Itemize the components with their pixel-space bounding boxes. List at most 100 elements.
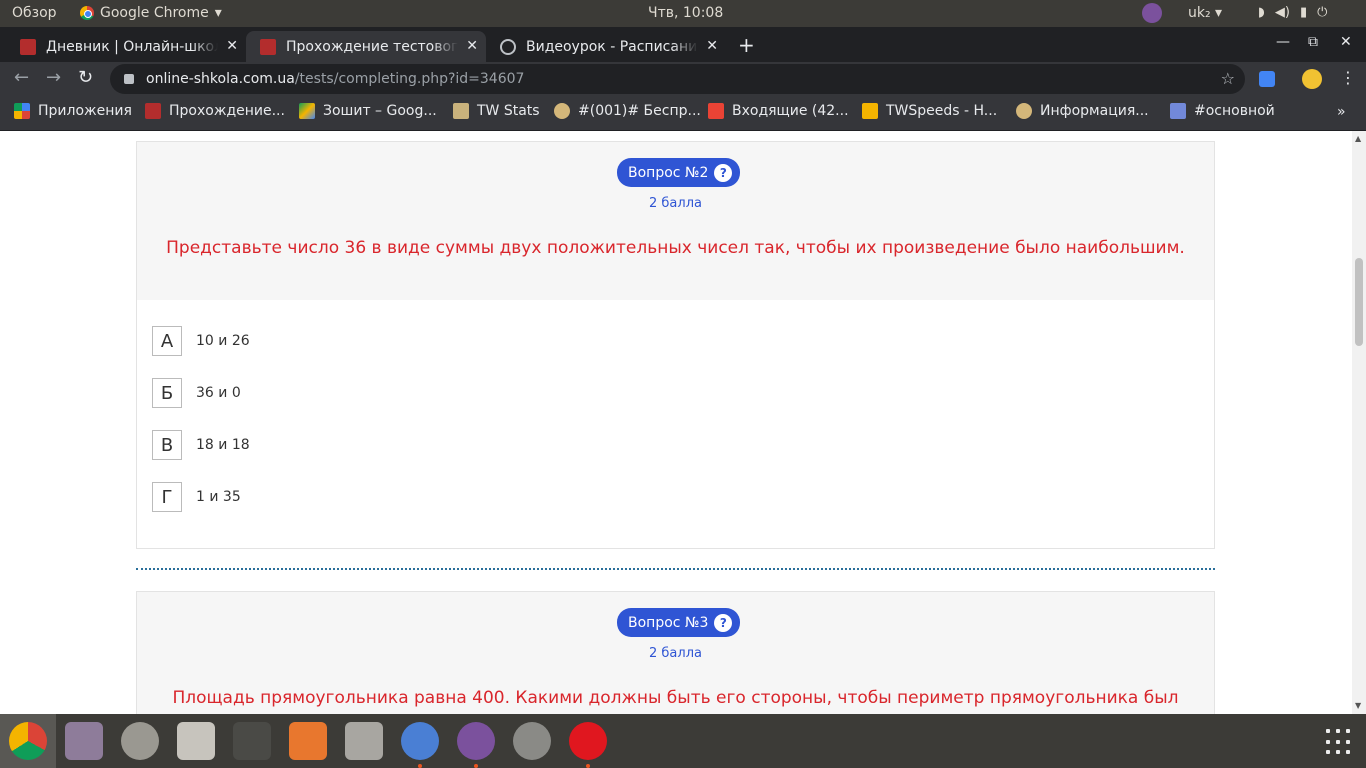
running-indicator: [418, 764, 422, 768]
files-icon[interactable]: [177, 722, 215, 760]
bookmark-apps[interactable]: Приложения: [14, 103, 132, 119]
keyboard-layout[interactable]: uk₂ ▾: [1188, 5, 1222, 21]
calculator-icon[interactable]: [233, 722, 271, 760]
opera-icon[interactable]: [569, 722, 607, 760]
question-points: 2 балла: [649, 196, 702, 211]
bookmark-drive[interactable]: Зошит – Goog...: [299, 103, 437, 119]
address-bar[interactable]: online-shkola.com.ua/tests/completing.ph…: [110, 64, 1245, 94]
viber-tray-icon[interactable]: [1142, 3, 1162, 23]
bookmark-label: Информация...: [1040, 103, 1149, 119]
answer-text: 1 и 35: [196, 489, 241, 505]
app-menu[interactable]: Google Chrome ▾: [80, 5, 222, 21]
running-indicator: [586, 764, 590, 768]
answer-option[interactable]: А 10 и 26: [152, 326, 250, 356]
question-text: Площадь прямоугольника равна 400. Какими…: [172, 688, 1179, 708]
profile-avatar[interactable]: [1302, 69, 1322, 89]
image-viewer-icon[interactable]: [65, 722, 103, 760]
tab-diary[interactable]: Дневник | Онлайн-школа ✕: [6, 31, 246, 62]
tab-title: Прохождение тестового: [286, 38, 458, 55]
kebab-menu-icon[interactable]: ⋮: [1340, 68, 1356, 87]
tab-test[interactable]: Прохождение тестового ✕: [246, 31, 486, 62]
answer-text: 10 и 26: [196, 333, 250, 349]
bookmark-label: Зошит – Goog...: [323, 103, 437, 119]
scrollbar-thumb[interactable]: [1355, 258, 1363, 346]
globe-icon: [500, 38, 516, 55]
clock[interactable]: Чтв, 10:08: [648, 5, 723, 21]
back-icon[interactable]: ←: [14, 67, 29, 88]
new-tab-button[interactable]: +: [738, 33, 755, 57]
scroll-up-icon[interactable]: ▲: [1355, 134, 1361, 143]
bookmark-tw-stats[interactable]: TW Stats: [453, 103, 540, 119]
question-number: Вопрос №3: [628, 614, 709, 631]
viber-icon[interactable]: [457, 722, 495, 760]
chromium-icon[interactable]: [401, 722, 439, 760]
close-tab-icon[interactable]: ✕: [466, 38, 478, 54]
system-top-bar: Обзор Google Chrome ▾ Чтв, 10:08 uk₂ ▾ ◗…: [0, 0, 1366, 27]
bookmark-label: Приложения: [38, 103, 132, 119]
activities-button[interactable]: Обзор: [12, 5, 57, 21]
app-name: Google Chrome: [100, 5, 209, 21]
question-header: Вопрос №3 ? 2 балла Площадь прямоугольни…: [137, 592, 1214, 714]
bookmark-twspeeds[interactable]: TWSpeeds - H...: [862, 103, 997, 119]
translate-extension-icon[interactable]: [1259, 71, 1275, 87]
close-window-icon[interactable]: ✕: [1340, 34, 1352, 50]
url-path: /tests/completing.php?id=34607: [294, 71, 525, 87]
bookmark-label: Прохождение...: [169, 103, 285, 119]
tab-video-lesson[interactable]: Видеоурок - Расписание ✕: [486, 31, 726, 62]
help-icon[interactable]: ?: [714, 613, 733, 632]
bookmark-tw-forum[interactable]: #(001)# Беспр...: [554, 103, 701, 119]
running-indicator: [474, 764, 478, 768]
question-points: 2 балла: [649, 646, 702, 661]
scroll-down-icon[interactable]: ▼: [1355, 701, 1361, 710]
question-text: Представьте число 36 в виде суммы двух п…: [166, 238, 1185, 258]
school-icon: [145, 103, 161, 119]
bookmark-discord[interactable]: #основной: [1170, 103, 1275, 119]
chrome-icon[interactable]: [9, 722, 47, 760]
bookmark-label: Входящие (42...: [732, 103, 849, 119]
question-number-badge: Вопрос №3 ?: [617, 608, 741, 637]
drive-icon: [299, 103, 315, 119]
forward-icon[interactable]: →: [46, 67, 61, 88]
webcam-icon[interactable]: [121, 722, 159, 760]
tab-strip: Дневник | Онлайн-школа ✕ Прохождение тес…: [0, 27, 1366, 62]
reload-icon[interactable]: ↻: [78, 67, 93, 88]
url-host: online-shkola.com.ua: [146, 71, 295, 87]
answer-text: 36 и 0: [196, 385, 241, 401]
bookmark-star-icon[interactable]: ☆: [1221, 69, 1235, 88]
show-applications-icon[interactable]: [1326, 729, 1352, 755]
close-tab-icon[interactable]: ✕: [226, 38, 238, 54]
answer-text: 18 и 18: [196, 437, 250, 453]
battery-icon: ▮: [1299, 5, 1308, 20]
language-label: uk₂: [1188, 5, 1211, 21]
answer-letter[interactable]: Г: [152, 482, 182, 512]
close-tab-icon[interactable]: ✕: [706, 38, 718, 54]
camera-icon[interactable]: [345, 722, 383, 760]
software-center-icon[interactable]: [289, 722, 327, 760]
tw-icon: [554, 103, 570, 119]
answer-option[interactable]: Г 1 и 35: [152, 482, 241, 512]
more-bookmarks-icon[interactable]: »: [1337, 104, 1346, 120]
answer-letter[interactable]: В: [152, 430, 182, 460]
bookmark-label: TWSpeeds - H...: [886, 103, 998, 119]
question-card-3: Вопрос №3 ? 2 балла Площадь прямоугольни…: [136, 591, 1215, 714]
question-card-2: Вопрос №2 ? 2 балла Представьте число 36…: [136, 141, 1215, 549]
maximize-icon[interactable]: ⧉: [1308, 34, 1318, 50]
bookmark-test[interactable]: Прохождение...: [145, 103, 285, 119]
question-number: Вопрос №2: [628, 164, 709, 181]
school-favicon-icon: [260, 38, 276, 55]
answer-letter[interactable]: А: [152, 326, 182, 356]
settings-icon[interactable]: [513, 722, 551, 760]
system-tray[interactable]: ◗ ◀) ▮ ⏻: [1258, 5, 1327, 20]
help-icon[interactable]: ?: [714, 163, 733, 182]
minimize-icon[interactable]: —: [1276, 34, 1290, 50]
page-scrollbar[interactable]: ▲ ▼: [1352, 131, 1366, 714]
tab-title: Дневник | Онлайн-школа: [46, 38, 218, 55]
answer-letter[interactable]: Б: [152, 378, 182, 408]
answer-option[interactable]: В 18 и 18: [152, 430, 250, 460]
bookmark-label: #(001)# Беспр...: [578, 103, 701, 119]
answer-option[interactable]: Б 36 и 0: [152, 378, 241, 408]
school-favicon-icon: [20, 38, 36, 55]
power-menu-icon: ⏻: [1317, 5, 1328, 20]
bookmark-gmail[interactable]: Входящие (42...: [708, 103, 849, 119]
bookmark-info[interactable]: Информация...: [1016, 103, 1149, 119]
